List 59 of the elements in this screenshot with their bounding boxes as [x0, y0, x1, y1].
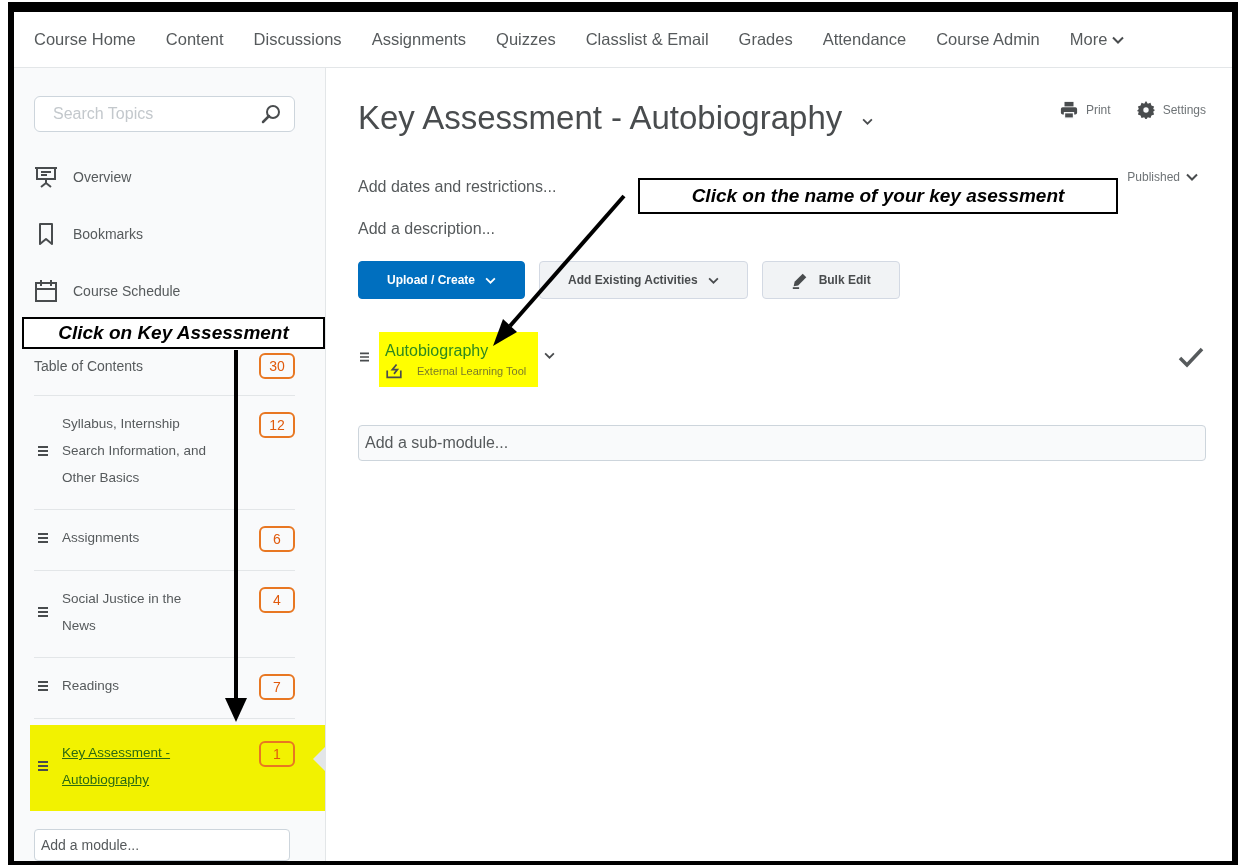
search-icon[interactable]	[261, 104, 281, 124]
activity-link[interactable]: Autobiography	[385, 342, 527, 360]
calendar-icon	[34, 278, 58, 303]
pencil-icon	[790, 271, 809, 289]
count-badge: 7	[259, 674, 295, 700]
drag-handle-icon[interactable]	[38, 681, 48, 691]
add-sub-module-field[interactable]: Add a sub-module...	[358, 425, 1206, 461]
module-title: Key Assessment - Autobiography	[358, 99, 843, 137]
module-item[interactable]: Social Justice in the News 4	[34, 571, 295, 658]
chevron-down-icon	[1186, 173, 1198, 181]
chevron-down-icon	[485, 276, 497, 284]
callout: Click on Key Assessment	[22, 317, 325, 349]
toolbar-button[interactable]: Add Existing Activities	[539, 261, 748, 299]
nav-link[interactable]: Quizzes	[496, 30, 556, 49]
count-badge: 12	[259, 412, 295, 438]
dates-link[interactable]: Add dates and restrictions...	[358, 178, 557, 196]
drag-handle-icon[interactable]	[38, 533, 48, 543]
count-badge: 6	[259, 526, 295, 552]
nav-link[interactable]: Classlist & Email	[585, 30, 709, 49]
toolbar-button[interactable]: Upload / Create	[358, 261, 526, 299]
chevron-down-icon[interactable]	[862, 117, 874, 125]
table-of-contents-link[interactable]: Table of Contents	[34, 357, 143, 374]
external-tool-icon	[385, 362, 403, 379]
count-badge: 1	[259, 741, 295, 767]
status-dropdown[interactable]: Published	[1127, 170, 1198, 184]
chevron-down-icon	[707, 276, 719, 284]
chevron-down-icon	[1112, 35, 1125, 44]
nav-link[interactable]: Discussions	[253, 30, 342, 49]
toolbar-link[interactable]: Settings	[1136, 101, 1206, 119]
callout: Click on the name of your key asessment	[638, 178, 1118, 214]
module-item[interactable]: Syllabus, Internship Search Information, and Other Basics 12	[34, 396, 295, 510]
search-field[interactable]: Search Topics	[34, 96, 295, 132]
toolbar-link[interactable]: Print	[1059, 101, 1111, 119]
drag-handle-icon[interactable]	[360, 352, 369, 362]
sidebar-link[interactable]: Overview	[34, 162, 295, 191]
activity-type: External Learning Tool	[417, 364, 527, 377]
more-menu[interactable]: More	[1069, 30, 1125, 49]
drag-handle-icon[interactable]	[38, 445, 48, 456]
module-item[interactable]: Key Assessment - Autobiography 1	[30, 725, 325, 811]
nav-link[interactable]: Assignments	[371, 30, 467, 49]
settings-icon	[1136, 101, 1155, 119]
sidebar-link[interactable]: Course Schedule	[34, 276, 295, 305]
nav-link[interactable]: Course Home	[34, 30, 136, 49]
drag-handle-icon[interactable]	[38, 607, 48, 617]
sidebar-link[interactable]: Bookmarks	[34, 219, 295, 248]
nav-link[interactable]: Content	[165, 30, 224, 49]
presentation-board-icon	[34, 164, 58, 189]
nav-link[interactable]: Course Admin	[936, 30, 1040, 49]
count-badge: 4	[259, 587, 295, 613]
nav-link[interactable]: Grades	[738, 30, 793, 49]
toolbar-button[interactable]: Bulk Edit	[761, 261, 900, 299]
add-module-field[interactable]: Add a module...	[34, 829, 290, 861]
description-link[interactable]: Add a description...	[358, 220, 495, 238]
count-badge: 30	[259, 352, 295, 379]
print-icon	[1059, 101, 1078, 119]
module-item[interactable]: Assignments 6	[34, 510, 295, 571]
drag-handle-icon[interactable]	[38, 761, 48, 771]
nav-link[interactable]: Attendance	[822, 30, 907, 49]
chevron-down-icon[interactable]	[544, 352, 556, 359]
